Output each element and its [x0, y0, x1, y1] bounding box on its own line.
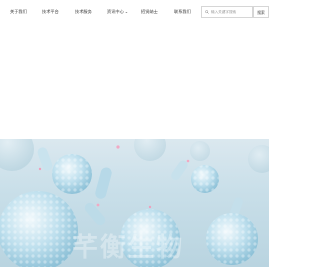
- banner-watermark: 芊衡生物: [72, 233, 185, 263]
- nav-item-about[interactable]: 关于我们: [10, 9, 27, 15]
- search-button[interactable]: 搜索: [253, 6, 269, 18]
- nav-item-careers[interactable]: 招贤纳士: [141, 9, 158, 15]
- nav-item-news-label: 资讯中心: [107, 9, 124, 14]
- nav-item-tech-services[interactable]: 技术服务: [75, 9, 92, 15]
- hero-banner: 芊衡生物: [0, 139, 269, 267]
- nav-item-contact[interactable]: 联系我们: [174, 9, 191, 15]
- nav-item-tech-platform[interactable]: 技术平台: [42, 9, 59, 15]
- search-input[interactable]: [211, 7, 245, 17]
- top-navigation-bar: 关于我们 技术平台 技术服务 资讯中心⌄ 招贤纳士 联系我们 搜索: [0, 0, 269, 26]
- nav-item-news[interactable]: 资讯中心⌄: [107, 9, 128, 15]
- chevron-down-icon: ⌄: [124, 9, 129, 14]
- search-icon[interactable]: [205, 9, 209, 14]
